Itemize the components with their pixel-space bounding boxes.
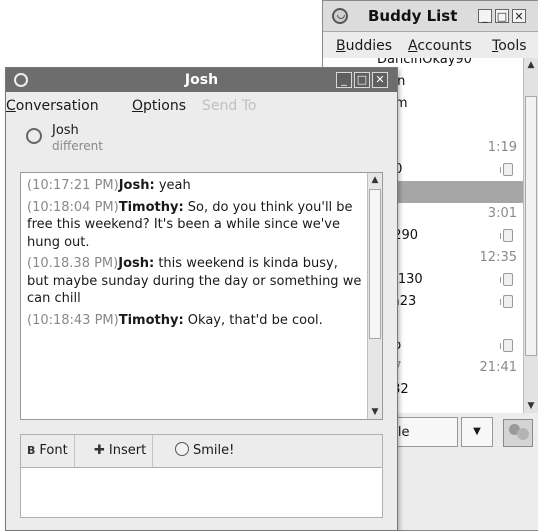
scroll-up-icon[interactable]: ▲	[368, 173, 382, 187]
mobile-phone-icon	[500, 273, 513, 286]
message-input[interactable]	[20, 468, 383, 518]
mobile-phone-icon	[500, 295, 513, 308]
chat-message: (10:17:21 PM)Josh: yeah	[27, 177, 362, 195]
insert-button[interactable]: ✚ Insert	[88, 435, 154, 467]
formatting-toolbar: B Font ✚ Insert Smile!	[20, 434, 383, 468]
menu-tools[interactable]: Tools	[492, 38, 527, 54]
message-timestamp: (10:17:21 PM)	[27, 178, 119, 193]
buddy-name: DancinOkay90	[377, 58, 472, 67]
insert-plus-icon: ✚	[94, 443, 105, 458]
idle-time: 1:19	[487, 140, 517, 155]
font-button[interactable]: B Font	[21, 435, 75, 467]
buddy-icon-button[interactable]	[503, 419, 533, 447]
minimize-icon[interactable]: _	[336, 72, 352, 88]
buddy-status-message: different	[52, 139, 103, 153]
scroll-down-icon[interactable]: ▼	[524, 399, 538, 413]
maximize-icon[interactable]: □	[354, 72, 370, 88]
chat-message: (10:18:04 PM)Timothy: So, do you think y…	[27, 199, 362, 252]
minimize-icon[interactable]: _	[478, 9, 492, 23]
font-bold-icon: B	[27, 444, 36, 457]
mobile-phone-icon	[500, 339, 513, 352]
menu-options[interactable]: Options	[132, 98, 186, 114]
buddy-list-scrollbar[interactable]: ▲ ▼	[523, 58, 538, 413]
buddy-list-title: Buddy List	[368, 7, 458, 25]
conversation-titlebar[interactable]: Josh _ □ ✕	[6, 68, 397, 92]
pidgin-icon	[332, 8, 348, 24]
message-sender: Josh:	[118, 178, 155, 193]
message-text: yeah	[154, 178, 191, 193]
idle-time: 21:41	[479, 360, 517, 375]
message-text: Okay, that'd be cool.	[183, 312, 323, 328]
buddy-name: Josh	[52, 123, 79, 138]
conversation-window: Josh _ □ ✕ Conversation Options Send To …	[5, 67, 398, 531]
mobile-phone-icon	[500, 163, 513, 176]
chat-message: (10:18:43 PM)Timothy: Okay, that'd be co…	[27, 312, 362, 330]
conversation-log[interactable]: (10:17:21 PM)Josh: yeah (10:18:04 PM)Timo…	[20, 172, 383, 420]
message-timestamp: (10:18:04 PM)	[27, 199, 119, 215]
message-sender: Timothy:	[118, 312, 184, 328]
message-timestamp: (10:18:43 PM)	[27, 312, 119, 328]
mobile-phone-icon	[500, 229, 513, 242]
maximize-icon[interactable]: □	[495, 9, 509, 23]
message-timestamp: (10.18.38 PM)	[27, 256, 119, 271]
close-icon[interactable]: ✕	[372, 72, 388, 88]
scroll-thumb[interactable]	[525, 96, 537, 356]
status-dropdown-icon[interactable]: ▼	[461, 417, 493, 447]
log-scrollbar[interactable]: ▲ ▼	[367, 173, 382, 419]
menu-conversation[interactable]: Conversation	[6, 98, 99, 114]
scroll-up-icon[interactable]: ▲	[524, 58, 538, 72]
close-icon[interactable]: ✕	[512, 9, 526, 23]
menu-buddies[interactable]: Buddies	[336, 38, 392, 54]
buddy-list-menubar: Buddies Accounts Tools	[323, 32, 538, 58]
away-icon	[26, 128, 42, 144]
chat-message: (10.18.38 PM)Josh: this weekend is kinda…	[27, 255, 362, 308]
smile-button[interactable]: Smile!	[169, 435, 240, 467]
message-history: (10:17:21 PM)Josh: yeah (10:18:04 PM)Timo…	[27, 177, 362, 333]
conversation-menubar: Conversation Options Send To	[6, 92, 397, 116]
message-sender: Timothy:	[118, 199, 184, 215]
idle-time: 12:35	[479, 250, 517, 265]
scroll-down-icon[interactable]: ▼	[368, 405, 382, 419]
message-sender: Josh:	[118, 256, 155, 271]
buddy-list-titlebar[interactable]: Buddy List _ □ ✕	[323, 1, 538, 32]
buddy-header: Josh different	[6, 116, 397, 168]
menu-accounts[interactable]: Accounts	[408, 38, 472, 54]
smiley-icon	[175, 442, 189, 456]
scroll-thumb[interactable]	[369, 189, 381, 339]
menu-send-to: Send To	[202, 98, 257, 114]
idle-time: 3:01	[487, 206, 517, 221]
